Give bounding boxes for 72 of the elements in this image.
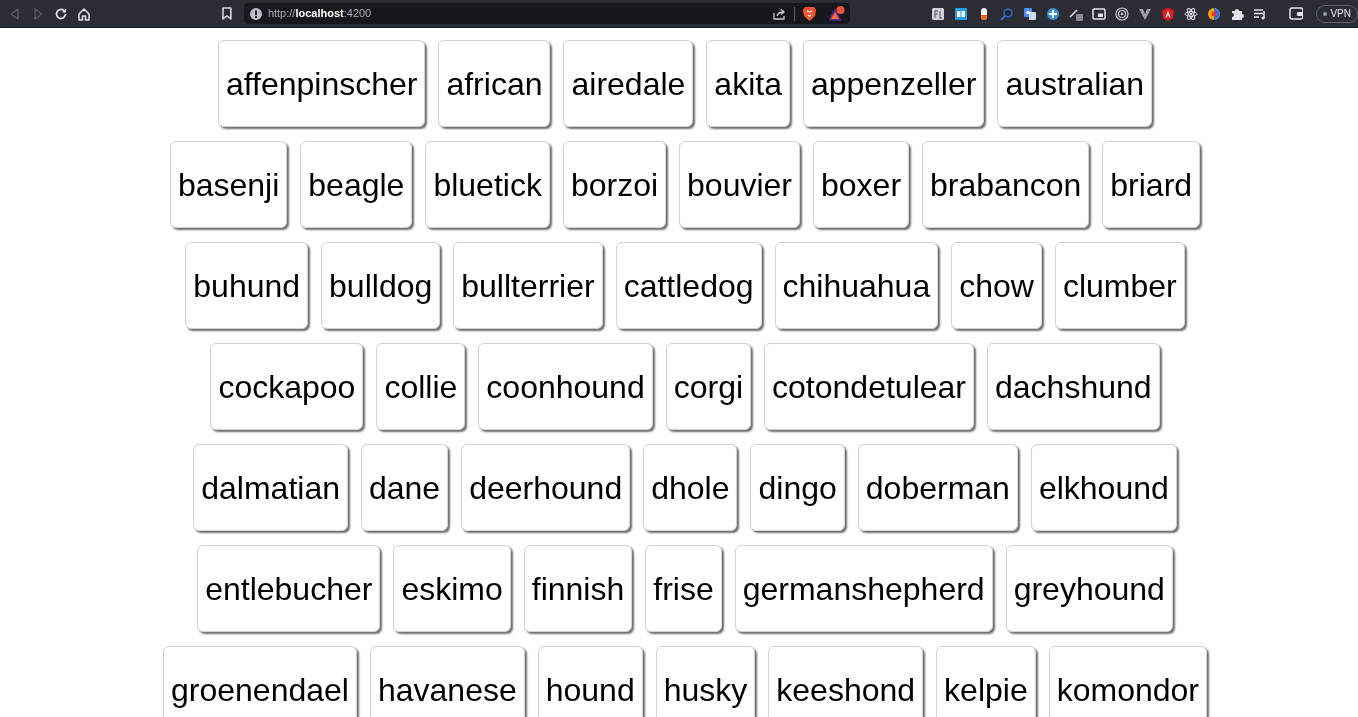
breed-button[interactable]: buhund: [185, 242, 309, 329]
wallet-icon[interactable]: [1288, 7, 1304, 20]
breed-button[interactable]: corgi: [665, 343, 752, 430]
breed-button[interactable]: bouvier: [679, 141, 800, 228]
info-icon[interactable]: [249, 7, 262, 20]
colorful-circle-icon[interactable]: [1206, 6, 1221, 21]
breed-button[interactable]: basenji: [169, 141, 288, 228]
breed-button[interactable]: dingo: [750, 444, 845, 531]
breed-button[interactable]: bulldog: [321, 242, 441, 329]
breed-button[interactable]: australian: [997, 40, 1153, 127]
status-dot-icon: [1323, 11, 1328, 16]
breed-button[interactable]: briard: [1102, 141, 1201, 228]
playlist-icon[interactable]: [1252, 6, 1267, 21]
v-logo-icon[interactable]: [1137, 6, 1152, 21]
breed-button[interactable]: germanshepherd: [734, 545, 993, 632]
window-icon[interactable]: [1091, 6, 1106, 21]
breed-button[interactable]: appenzeller: [802, 40, 985, 127]
breed-button[interactable]: dalmatian: [193, 444, 348, 531]
breed-button[interactable]: husky: [655, 646, 756, 717]
breed-button[interactable]: cockapoo: [210, 343, 364, 430]
breed-button[interactable]: akita: [706, 40, 790, 127]
breed-button[interactable]: groenendael: [163, 646, 357, 717]
breed-button[interactable]: airedale: [563, 40, 694, 127]
translate-icon[interactable]: [1022, 6, 1037, 21]
home-icon[interactable]: [77, 6, 91, 21]
breed-button[interactable]: collie: [376, 343, 466, 430]
triangle-badge-icon[interactable]: [827, 6, 845, 21]
breed-button[interactable]: eskimo: [393, 545, 511, 632]
breed-button[interactable]: komondor: [1048, 646, 1207, 717]
breed-button[interactable]: havanese: [369, 646, 525, 717]
breed-button[interactable]: finnish: [523, 545, 633, 632]
breed-button[interactable]: kelpie: [936, 646, 1036, 717]
shield-icon[interactable]: [1160, 6, 1175, 21]
breed-button[interactable]: cattledog: [615, 242, 762, 329]
breed-button[interactable]: frise: [645, 545, 722, 632]
breed-button[interactable]: brabancon: [922, 141, 1090, 228]
breed-button[interactable]: boxer: [813, 141, 910, 228]
lion-shield-icon[interactable]: [802, 6, 816, 21]
breed-button[interactable]: chow: [951, 242, 1042, 329]
url-text[interactable]: http://localhost:4200: [267, 5, 372, 22]
tile-icon[interactable]: [930, 6, 945, 21]
breed-button[interactable]: dane: [360, 444, 449, 531]
breed-button[interactable]: deerhound: [461, 444, 631, 531]
breed-button[interactable]: dachshund: [987, 343, 1160, 430]
breed-button[interactable]: coonhound: [478, 343, 653, 430]
share-icon[interactable]: [772, 7, 786, 20]
breed-button[interactable]: bluetick: [425, 141, 550, 228]
reload-icon[interactable]: [54, 6, 68, 21]
breed-button[interactable]: african: [438, 40, 551, 127]
breed-button[interactable]: cotondetulear: [764, 343, 974, 430]
pen-icon[interactable]: [1068, 6, 1083, 21]
breed-button[interactable]: hound: [537, 646, 643, 717]
address-bar[interactable]: http://localhost:4200: [243, 3, 850, 24]
breed-button[interactable]: doberman: [857, 444, 1018, 531]
breed-button[interactable]: affenpinscher: [217, 40, 426, 127]
breed-button[interactable]: chihuahua: [774, 242, 939, 329]
breed-button[interactable]: dhole: [643, 444, 738, 531]
breed-button[interactable]: bullterrier: [453, 242, 603, 329]
breed-button[interactable]: beagle: [300, 141, 413, 228]
breed-button[interactable]: entlebucher: [197, 545, 381, 632]
bookmark-icon[interactable]: [222, 7, 232, 20]
breed-button[interactable]: keeshond: [768, 646, 924, 717]
puzzle-icon[interactable]: [1229, 6, 1244, 21]
concentric-circles-icon[interactable]: [1114, 6, 1129, 21]
breed-button[interactable]: greyhound: [1005, 545, 1173, 632]
breed-button[interactable]: clumber: [1054, 242, 1185, 329]
breed-button[interactable]: borzoi: [562, 141, 667, 228]
magnifier-icon[interactable]: [999, 6, 1014, 21]
cross-circle-icon[interactable]: [1045, 6, 1060, 21]
atom-icon[interactable]: [1183, 6, 1198, 21]
book-tile-icon[interactable]: [953, 6, 968, 21]
breed-button[interactable]: elkhound: [1030, 444, 1177, 531]
